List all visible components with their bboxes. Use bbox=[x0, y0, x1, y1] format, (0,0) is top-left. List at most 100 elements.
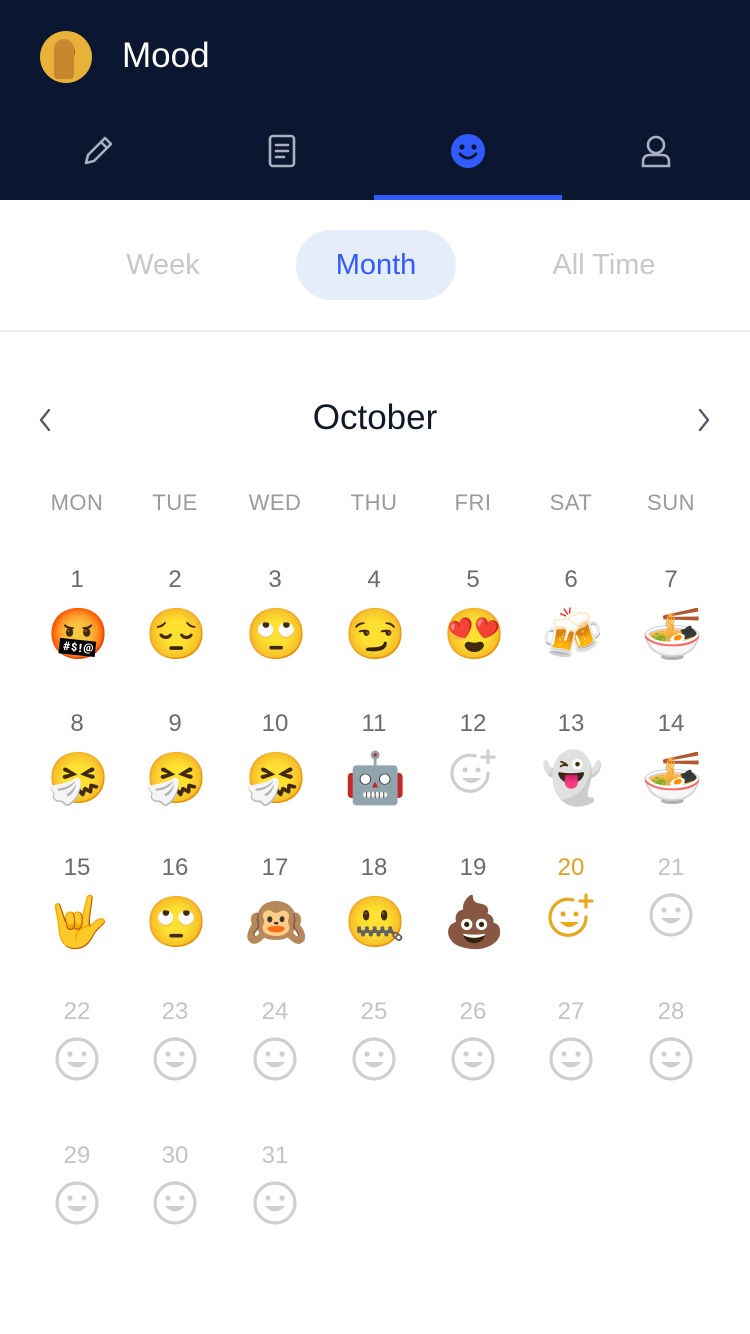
mood-emoji: 🤧 bbox=[47, 750, 110, 806]
day-number: 27 bbox=[557, 998, 585, 1025]
calendar-day[interactable]: 15 🤟 bbox=[27, 854, 127, 974]
month-title: October bbox=[312, 398, 438, 437]
day-number: 15 bbox=[63, 854, 91, 881]
weekday-label: TUE bbox=[152, 490, 198, 515]
calendar-day[interactable]: 2 😔 bbox=[125, 566, 225, 686]
weekday-label: MON bbox=[50, 490, 104, 515]
calendar-day[interactable]: 8 🤧 bbox=[27, 710, 127, 830]
tab-write[interactable] bbox=[4, 125, 191, 177]
calendar-day[interactable]: 19 💩 bbox=[423, 854, 523, 974]
calendar-day[interactable]: 7 🍜 bbox=[621, 566, 721, 686]
mood-emoji: 🤟 bbox=[47, 894, 110, 950]
calendar-day[interactable]: 23 bbox=[125, 998, 225, 1118]
calendar-day[interactable]: 22 bbox=[27, 998, 127, 1118]
calendar-day[interactable]: 26 bbox=[423, 998, 523, 1118]
chevron-right-icon bbox=[698, 408, 710, 432]
calendar-day[interactable]: 25 bbox=[324, 998, 424, 1118]
calendar-day[interactable]: 16 🙄 bbox=[125, 854, 225, 974]
calendar-day[interactable]: 24 bbox=[225, 998, 325, 1118]
day-number: 3 bbox=[268, 566, 282, 593]
day-number: 2 bbox=[168, 566, 182, 593]
avatar[interactable] bbox=[40, 31, 92, 83]
mood-emoji: 💩 bbox=[443, 894, 506, 950]
weekday-label: SAT bbox=[549, 490, 593, 515]
calendar-day[interactable]: 12 bbox=[423, 710, 523, 830]
calendar-day[interactable]: 31 bbox=[225, 1142, 325, 1262]
mood-emoji: 🤐 bbox=[344, 894, 407, 950]
day-number: 9 bbox=[168, 710, 182, 737]
day-number: 28 bbox=[657, 998, 685, 1025]
tab-profile[interactable] bbox=[562, 125, 749, 177]
day-number: 11 bbox=[361, 710, 387, 737]
calendar-day[interactable]: 28 bbox=[621, 998, 721, 1118]
empty-smiley-icon bbox=[541, 1036, 601, 1096]
day-number: 24 bbox=[261, 998, 289, 1025]
mood-emoji: 🤖 bbox=[344, 750, 407, 806]
calendar-day[interactable]: 3 🙄 bbox=[225, 566, 325, 686]
add-mood-icon[interactable] bbox=[443, 748, 503, 808]
smiley-icon bbox=[450, 134, 485, 168]
calendar-day[interactable]: 21 bbox=[621, 854, 721, 974]
calendar-day[interactable]: 18 🤐 bbox=[324, 854, 424, 974]
calendar-day[interactable]: 5 😍 bbox=[423, 566, 523, 686]
tab-notes[interactable] bbox=[188, 125, 375, 177]
day-number: 6 bbox=[564, 566, 578, 593]
calendar-day[interactable]: 6 🍻 bbox=[521, 566, 621, 686]
segment-week[interactable]: Week bbox=[98, 230, 228, 300]
document-icon bbox=[268, 134, 295, 168]
add-mood-icon[interactable] bbox=[541, 892, 601, 952]
day-number: 20 bbox=[557, 854, 585, 881]
mood-emoji: 👻 bbox=[541, 750, 604, 806]
mood-emoji: 🍜 bbox=[641, 750, 704, 806]
day-number: 22 bbox=[63, 998, 91, 1025]
calendar-day[interactable]: 1 🤬 bbox=[27, 566, 127, 686]
empty-smiley-icon bbox=[245, 1180, 305, 1240]
empty-smiley-icon bbox=[443, 1036, 503, 1096]
mood-emoji: 🤧 bbox=[245, 750, 308, 806]
day-number: 31 bbox=[261, 1142, 289, 1169]
day-number: 18 bbox=[360, 854, 388, 881]
day-number: 23 bbox=[161, 998, 189, 1025]
day-number: 30 bbox=[161, 1142, 189, 1169]
day-number: 8 bbox=[70, 710, 84, 737]
day-number: 5 bbox=[466, 566, 480, 593]
weekday-label: SUN bbox=[647, 490, 695, 515]
mood-emoji: 😏 bbox=[344, 606, 407, 662]
segment-month[interactable]: Month bbox=[296, 230, 456, 300]
calendar-day[interactable]: 10 🤧 bbox=[225, 710, 325, 830]
prev-month-button[interactable] bbox=[30, 405, 60, 435]
empty-smiley-icon bbox=[245, 1036, 305, 1096]
empty-smiley-icon bbox=[641, 1036, 701, 1096]
empty-smiley-icon bbox=[641, 892, 701, 952]
day-number: 13 bbox=[557, 710, 585, 737]
weekday-label: WED bbox=[248, 490, 302, 515]
calendar-day[interactable]: 14 🍜 bbox=[621, 710, 721, 830]
weekday-label: FRI bbox=[454, 490, 492, 515]
calendar-day[interactable]: 20 bbox=[521, 854, 621, 974]
calendar-day[interactable]: 13 👻 bbox=[521, 710, 621, 830]
day-number: 14 bbox=[657, 710, 685, 737]
calendar-day[interactable]: 27 bbox=[521, 998, 621, 1118]
day-number: 21 bbox=[657, 854, 685, 881]
empty-smiley-icon bbox=[47, 1180, 107, 1240]
empty-smiley-icon bbox=[145, 1180, 205, 1240]
mood-emoji: 🙉 bbox=[245, 894, 308, 950]
calendar-day[interactable]: 4 😏 bbox=[324, 566, 424, 686]
user-icon bbox=[641, 135, 670, 168]
tab-mood[interactable] bbox=[374, 125, 561, 177]
calendar-day[interactable]: 30 bbox=[125, 1142, 225, 1262]
mood-emoji: 🙄 bbox=[245, 606, 308, 662]
calendar-day[interactable]: 9 🤧 bbox=[125, 710, 225, 830]
day-number: 26 bbox=[459, 998, 487, 1025]
mood-emoji: 🤧 bbox=[145, 750, 208, 806]
day-number: 7 bbox=[664, 566, 678, 593]
app-header: Mood bbox=[0, 0, 750, 200]
day-number: 1 bbox=[70, 566, 84, 593]
next-month-button[interactable] bbox=[689, 405, 719, 435]
mood-emoji: 🤬 bbox=[47, 606, 110, 662]
calendar-day[interactable]: 17 🙉 bbox=[225, 854, 325, 974]
segment-all-time[interactable]: All Time bbox=[520, 230, 688, 300]
calendar-day[interactable]: 29 bbox=[27, 1142, 127, 1262]
calendar-day[interactable]: 11 🤖 bbox=[324, 710, 424, 830]
day-number: 16 bbox=[161, 854, 189, 881]
